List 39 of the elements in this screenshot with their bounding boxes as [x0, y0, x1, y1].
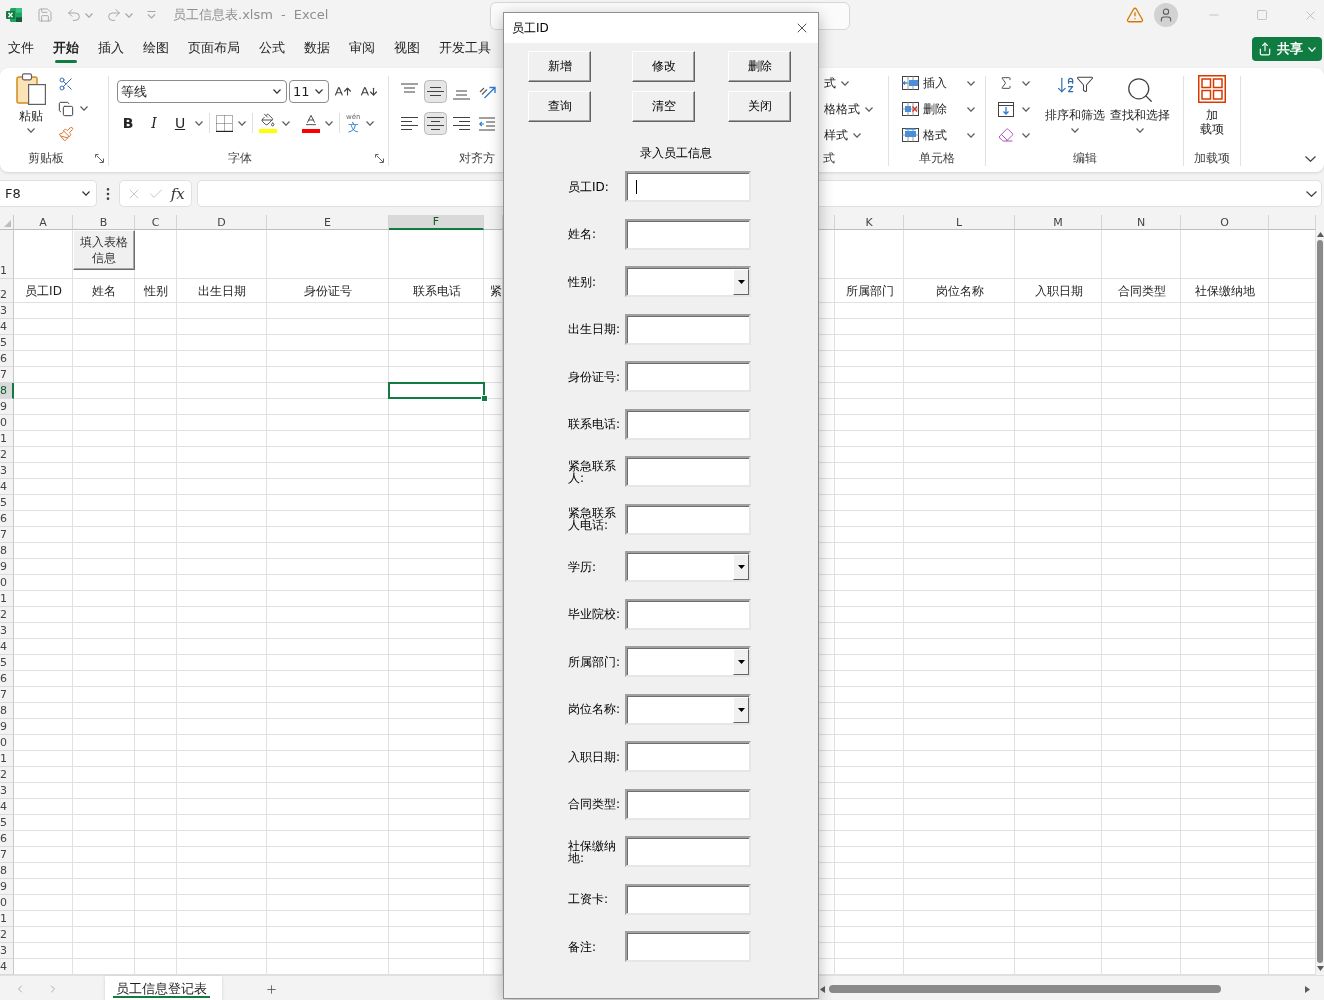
field-label: 紧急联系人:: [568, 459, 617, 484]
field-label: 岗位名称:: [568, 703, 622, 715]
table-cell-text: 性别: [143, 282, 169, 300]
table-cell-text: 入职日期: [1033, 282, 1084, 300]
table-cell-text: 姓名: [91, 282, 117, 300]
group-label: 字体: [228, 150, 252, 167]
group-label: 式: [823, 150, 835, 167]
field-label: 合同类型:: [568, 798, 622, 810]
field-label: 所属部门:: [568, 655, 622, 668]
group-label: 编辑: [1072, 150, 1097, 167]
table-cell-text: 员工ID: [24, 282, 63, 300]
window-title: 员工信息表.xlsm - Excel: [173, 6, 329, 24]
field-label: 性别:: [568, 275, 598, 288]
group-label: 对齐方: [459, 150, 495, 167]
table-cell-text: 所属部门: [844, 282, 895, 300]
field-label: 社保缴纳地:: [568, 839, 617, 864]
field-label: 学历:: [568, 560, 598, 573]
dialog-title: 员工ID: [512, 19, 549, 37]
field-label: 出生日期:: [568, 323, 622, 335]
group-label: 加载项: [1194, 150, 1230, 167]
field-label: 紧急联系人电话:: [568, 507, 617, 531]
table-cell-text: 身份证号: [303, 282, 353, 300]
field-label: 备注:: [568, 940, 598, 953]
field-label: 员工ID:: [568, 180, 610, 193]
group-label: 单元格: [919, 150, 955, 167]
form-heading: 录入员工信息: [640, 146, 712, 160]
field-label: 入职日期:: [568, 750, 622, 763]
field-label: 身份证号:: [568, 370, 622, 383]
table-cell-text: 出生日期: [197, 282, 247, 300]
field-label: 工资卡:: [568, 893, 610, 905]
field-label: 姓名:: [568, 228, 598, 240]
field-label: 联系电话:: [568, 418, 622, 430]
field-label: 毕业院校:: [568, 608, 622, 620]
table-cell-text: 联系电话: [411, 282, 462, 300]
table-cell-text: 岗位名称: [934, 282, 985, 300]
table-cell-text: 紧: [489, 282, 503, 300]
group-label: 剪贴板: [28, 150, 64, 167]
table-cell-text: 社保缴纳地: [1194, 282, 1256, 300]
table-cell-text: 合同类型: [1116, 282, 1167, 300]
